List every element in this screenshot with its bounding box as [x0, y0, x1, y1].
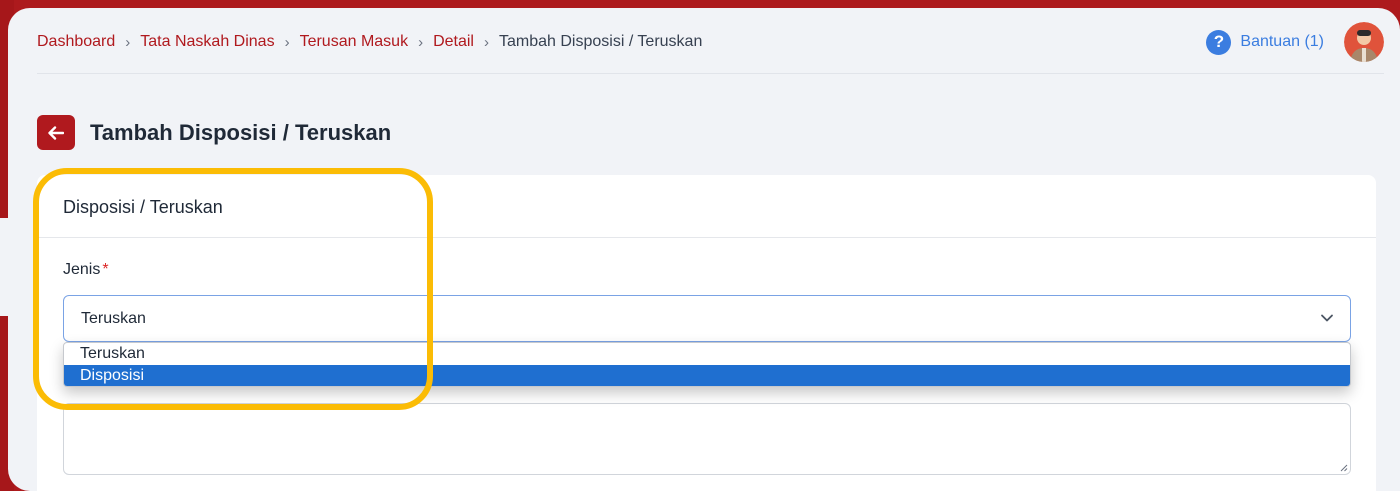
breadcrumb: Dashboard › Tata Naskah Dinas › Terusan … — [37, 32, 702, 52]
jenis-label-text: Jenis — [63, 261, 101, 278]
top-bar: Dashboard › Tata Naskah Dinas › Terusan … — [37, 8, 1384, 74]
breadcrumb-terusan-masuk[interactable]: Terusan Masuk — [300, 33, 409, 51]
back-button[interactable] — [37, 115, 75, 150]
help-label: Bantuan (1) — [1240, 33, 1324, 50]
jenis-dropdown-list: Teruskan Disposisi — [63, 342, 1351, 387]
option-disposisi[interactable]: Disposisi — [64, 364, 1350, 386]
breadcrumb-separator: › — [125, 33, 131, 51]
arrow-left-icon — [48, 125, 64, 140]
jenis-label: Jenis * — [63, 261, 109, 279]
breadcrumb-separator: › — [284, 33, 290, 51]
breadcrumb-tata-naskah-dinas[interactable]: Tata Naskah Dinas — [140, 33, 274, 51]
required-mark: * — [102, 261, 109, 278]
breadcrumb-detail[interactable]: Detail — [433, 33, 474, 51]
breadcrumb-dashboard[interactable]: Dashboard — [37, 33, 115, 51]
question-circle-icon: ? — [1206, 29, 1232, 55]
page-title: Tambah Disposisi / Teruskan — [90, 120, 392, 145]
app-frame: Dashboard › Tata Naskah Dinas › Terusan … — [8, 8, 1400, 491]
jenis-select-value: Teruskan — [81, 309, 146, 327]
resize-handle-icon[interactable] — [1339, 463, 1348, 472]
avatar-image — [1344, 22, 1384, 62]
breadcrumb-separator: › — [418, 33, 424, 51]
disposisi-card: Disposisi / Teruskan Jenis * Teruskan — [37, 175, 1376, 491]
avatar[interactable] — [1344, 22, 1384, 62]
option-teruskan[interactable]: Teruskan — [64, 343, 1350, 365]
help-button[interactable]: ? Bantuan (1) — [1206, 29, 1324, 55]
card-title: Disposisi / Teruskan — [37, 175, 1376, 238]
breadcrumb-current: Tambah Disposisi / Teruskan — [498, 33, 703, 50]
breadcrumb-separator: › — [483, 33, 489, 51]
chevron-down-icon — [1321, 314, 1333, 322]
catatan-textarea[interactable] — [63, 403, 1351, 475]
jenis-select[interactable]: Teruskan — [63, 295, 1351, 342]
